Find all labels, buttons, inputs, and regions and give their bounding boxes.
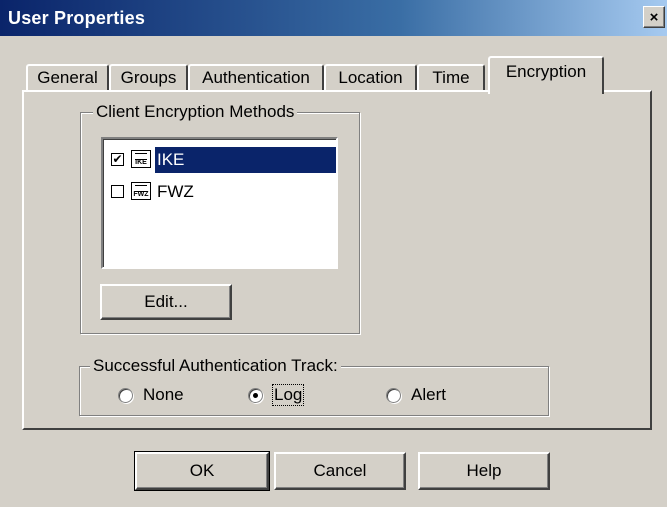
edit-button[interactable]: Edit... — [100, 284, 232, 320]
radio-log[interactable]: Log — [248, 384, 305, 406]
radio-circle — [248, 387, 263, 403]
list-item-fwz[interactable]: FWZ FWZ — [107, 179, 336, 205]
fwz-checkbox[interactable] — [111, 185, 124, 198]
user-properties-dialog: User Properties × General Groups Authent… — [0, 0, 667, 507]
cancel-button[interactable]: Cancel — [274, 452, 406, 490]
title-bar[interactable]: User Properties × — [0, 0, 667, 36]
radio-alert[interactable]: Alert — [386, 384, 446, 406]
tab-label: Location — [338, 68, 403, 87]
close-button[interactable]: × — [643, 6, 665, 28]
tab-location[interactable]: Location — [324, 64, 417, 90]
radio-label: Log — [271, 384, 305, 406]
radio-label: Alert — [411, 385, 446, 404]
radio-circle — [118, 387, 133, 403]
ike-checkbox[interactable]: ✔ — [111, 153, 124, 166]
radio-circle — [386, 387, 401, 403]
button-label: Edit... — [144, 292, 188, 311]
radio-label: None — [143, 385, 184, 404]
radio-dot — [253, 392, 258, 398]
radio-none[interactable]: None — [118, 384, 184, 406]
tab-label: Time — [432, 68, 470, 87]
list-item-label: IKE — [155, 147, 336, 173]
tab-groups[interactable]: Groups — [109, 64, 188, 90]
close-icon: × — [649, 8, 659, 26]
encryption-methods-list[interactable]: ✔ IKE IKE FWZ FWZ — [101, 137, 338, 269]
group-legend: Successful Authentication Track: — [90, 356, 341, 376]
group-legend: Client Encryption Methods — [93, 102, 298, 122]
ike-icon: IKE — [131, 150, 151, 168]
list-item-label: FWZ — [157, 182, 194, 201]
tab-authentication[interactable]: Authentication — [188, 64, 324, 90]
tab-general[interactable]: General — [26, 64, 109, 90]
button-label: OK — [189, 461, 215, 480]
button-label: Help — [466, 461, 502, 480]
help-button[interactable]: Help — [418, 452, 550, 490]
tab-label: Authentication — [202, 68, 310, 87]
tab-label: Groups — [120, 68, 177, 87]
window-title: User Properties — [8, 8, 146, 28]
list-item-ike[interactable]: ✔ IKE IKE — [107, 147, 336, 173]
tab-label: Encryption — [505, 62, 587, 81]
ok-button[interactable]: OK — [134, 451, 270, 491]
button-label: Cancel — [313, 461, 367, 480]
tab-label: General — [37, 68, 98, 87]
tab-time[interactable]: Time — [417, 64, 485, 90]
fwz-icon: FWZ — [131, 182, 151, 200]
tab-encryption[interactable]: Encryption — [488, 56, 604, 94]
